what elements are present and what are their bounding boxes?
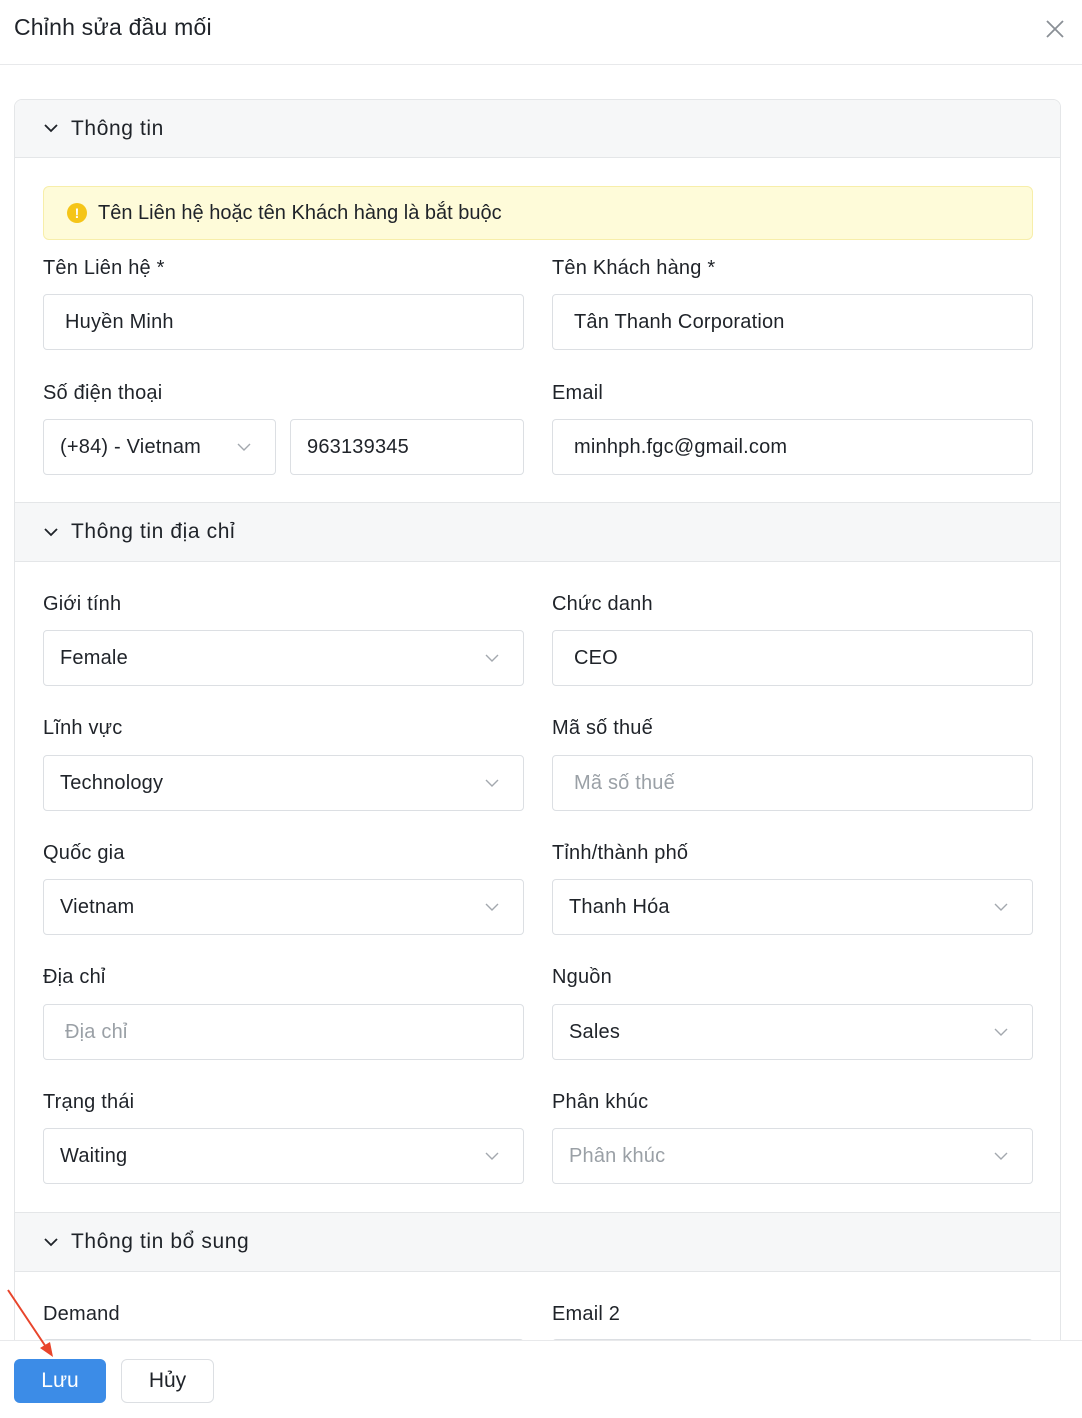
contact-name-label: Tên Liên hệ * [43,257,165,279]
close-icon [1046,20,1064,38]
tax-code-input[interactable]: Mã số thuế [552,755,1033,811]
phone-label: Số điện thoại [43,382,163,404]
phone-number-input[interactable]: 963139345 [290,419,524,475]
country-label: Quốc gia [43,842,125,864]
contact-name-input[interactable]: Huyền Minh [43,294,524,350]
gender-select[interactable]: Female [43,630,524,686]
chevron-down-icon [41,522,61,542]
demand-label: Demand [43,1303,120,1325]
address-label: Địa chỉ [43,966,106,988]
source-label: Nguồn [552,966,612,988]
source-select[interactable]: Sales [552,1004,1033,1060]
province-select[interactable]: Thanh Hóa [552,879,1033,935]
section-info-header[interactable]: Thông tin [15,100,1060,158]
tax-code-label: Mã số thuế [552,717,653,739]
industry-value: Technology [60,771,164,794]
address-input[interactable]: Địa chỉ [43,1004,524,1060]
job-title-label: Chức danh [552,593,653,615]
customer-name-value: Tân Thanh Corporation [574,310,785,333]
country-code-select[interactable]: (+84) - Vietnam [43,419,276,475]
phone-number-value: 963139345 [307,435,409,458]
status-select[interactable]: Waiting [43,1128,524,1184]
close-button[interactable] [1040,14,1070,44]
dialog-footer: Lưu Hủy [0,1340,1082,1418]
status-label: Trạng thái [43,1091,135,1113]
job-title-value: CEO [574,646,618,669]
chevron-down-icon [485,654,499,662]
cancel-button[interactable]: Hủy [121,1359,214,1403]
section-address-header[interactable]: Thông tin địa chỉ [15,502,1060,562]
section-extra-header[interactable]: Thông tin bổ sung [15,1212,1060,1272]
customer-name-input[interactable]: Tân Thanh Corporation [552,294,1033,350]
section-extra-title: Thông tin bổ sung [71,1230,250,1253]
country-select[interactable]: Vietnam [43,879,524,935]
email-input[interactable]: minhph.fgc@gmail.com [552,419,1033,475]
section-address-title: Thông tin địa chỉ [71,520,236,543]
alert-text: Tên Liên hệ hoặc tên Khách hàng là bắt b… [98,201,502,224]
email-label: Email [552,382,604,404]
segment-placeholder: Phân khúc [569,1144,666,1167]
email2-label: Email 2 [552,1303,621,1325]
chevron-down-icon [41,119,61,139]
segment-select[interactable]: Phân khúc [552,1128,1033,1184]
contact-name-value: Huyền Minh [65,310,174,333]
dialog-title: Chỉnh sửa đầu mối [14,14,212,40]
province-label: Tỉnh/thành phố [552,842,689,864]
chevron-down-icon [994,1152,1008,1160]
chevron-down-icon [485,779,499,787]
chevron-down-icon [994,903,1008,911]
chevron-down-icon [994,1028,1008,1036]
chevron-down-icon [237,443,251,451]
address-placeholder: Địa chỉ [65,1020,128,1043]
gender-value: Female [60,646,128,669]
required-alert: ! Tên Liên hệ hoặc tên Khách hàng là bắt… [43,186,1033,240]
chevron-down-icon [41,1232,61,1252]
warning-icon: ! [67,203,87,223]
gender-label: Giới tính [43,593,122,615]
chevron-down-icon [485,903,499,911]
save-button[interactable]: Lưu [14,1359,106,1403]
status-value: Waiting [60,1144,128,1167]
segment-label: Phân khúc [552,1091,649,1113]
industry-label: Lĩnh vực [43,717,123,739]
section-info-title: Thông tin [71,116,164,140]
country-code-value: (+84) - Vietnam [60,435,202,458]
country-value: Vietnam [60,895,135,918]
customer-name-label: Tên Khách hàng * [552,257,716,279]
dialog-header: Chỉnh sửa đầu mối [0,0,1082,65]
job-title-input[interactable]: CEO [552,630,1033,686]
source-value: Sales [569,1020,621,1043]
province-value: Thanh Hóa [569,895,670,918]
email-value: minhph.fgc@gmail.com [574,435,788,458]
chevron-down-icon [485,1152,499,1160]
form-scroll-area[interactable]: Thông tin ! Tên Liên hệ hoặc tên Khách h… [0,66,1082,1340]
industry-select[interactable]: Technology [43,755,524,811]
form-card: Thông tin ! Tên Liên hệ hoặc tên Khách h… [14,99,1061,1340]
tax-code-placeholder: Mã số thuế [574,771,675,794]
